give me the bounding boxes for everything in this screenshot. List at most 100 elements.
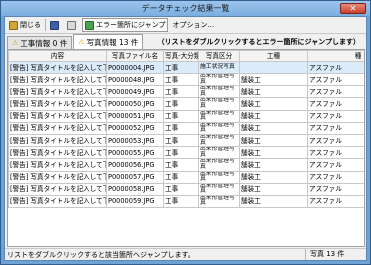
table-cell: [警告] 写真タイトルを記入して下さい。 xyxy=(8,158,107,172)
warning-icon: ⚠ xyxy=(78,38,85,46)
table-row[interactable]: [警告] 写真タイトルを記入して下さい。P0000051.JPG工事出来形管理写… xyxy=(8,109,364,123)
table-cell: 舗装工 xyxy=(239,194,308,209)
table-cell: [警告] 写真タイトルを記入して下さい。 xyxy=(8,85,107,99)
table-cell: 出来形管理写真 xyxy=(198,72,240,87)
table-cell: 工事 xyxy=(163,194,199,209)
table-cell: 工事 xyxy=(163,97,199,111)
print-button[interactable] xyxy=(65,18,80,32)
table-row[interactable]: [警告] 写真タイトルを記入して下さい。P0000058.JPG工事出来形管理写… xyxy=(8,182,364,196)
table-cell: [警告] 写真タイトルを記入して下さい。 xyxy=(8,72,107,87)
column-header[interactable]: 写真区分 xyxy=(198,50,240,62)
tab-photo-info[interactable]: ⚠ 写真情報 13 件 xyxy=(73,34,144,49)
table-cell: アスファル xyxy=(307,85,364,99)
table-cell: 舗装工 xyxy=(239,121,308,135)
double-click-hint: （リストをダブルクリックするとエラー箇所にジャンプします） xyxy=(157,38,360,46)
options-button[interactable]: オプション... xyxy=(170,18,216,32)
table-cell: 工事 xyxy=(163,61,199,74)
table-cell: 舗装工 xyxy=(239,170,308,184)
results-grid[interactable]: 内容 写真ファイル名 写真-大分類 写真区分 工種 種 [警告] 写真タイトルを… xyxy=(7,49,365,247)
table-cell: 出来形管理写真 xyxy=(198,170,240,184)
column-header[interactable]: 内容 xyxy=(8,50,107,62)
table-cell: 出来形管理写真 xyxy=(198,182,240,196)
table-row[interactable]: [警告] 写真タイトルを記入して下さい。P0000055.JPG工事出来形管理写… xyxy=(8,146,364,160)
table-row[interactable]: [警告] 写真タイトルを記入して下さい。P0000048.JPG工事出来形管理写… xyxy=(8,72,364,87)
table-cell: [警告] 写真タイトルを記入して下さい。 xyxy=(8,109,107,123)
table-cell: アスファル xyxy=(307,146,364,160)
table-cell: [警告] 写真タイトルを記入して下さい。 xyxy=(8,170,107,184)
tab-construction-count: 0 件 xyxy=(52,38,68,48)
table-row[interactable]: [警告] 写真タイトルを記入して下さい。P0000052.JPG工事出来形管理写… xyxy=(8,121,364,135)
jump-to-error-button[interactable]: エラー箇所にジャンプ xyxy=(82,18,169,32)
table-cell: 工事 xyxy=(163,109,199,123)
table-cell: P0000055.JPG xyxy=(106,146,164,160)
column-header[interactable]: 写真ファイル名 xyxy=(106,50,164,62)
save-icon xyxy=(50,20,59,30)
save-button[interactable] xyxy=(48,18,63,32)
tab-photo-label: 写真情報 xyxy=(86,37,117,47)
table-row[interactable]: [警告] 写真タイトルを記入して下さい。P0000004.JPG工事施工状況写真… xyxy=(8,61,364,74)
tab-photo-count: 13 件 xyxy=(119,37,139,47)
table-cell: 舗装工 xyxy=(239,109,308,123)
table-row[interactable]: [警告] 写真タイトルを記入して下さい。P0000056.JPG工事出来形管理写… xyxy=(8,158,364,172)
table-cell: 工事 xyxy=(163,85,199,99)
close-button[interactable]: 閉じる xyxy=(7,18,43,32)
window-close-button[interactable]: ✕ xyxy=(340,3,366,14)
column-header[interactable]: 工種 xyxy=(239,50,308,62)
table-cell: [警告] 写真タイトルを記入して下さい。 xyxy=(8,97,107,111)
table-cell: P0000058.JPG xyxy=(106,182,164,196)
table-header-row: 内容 写真ファイル名 写真-大分類 写真区分 工種 種 xyxy=(8,50,364,62)
table-cell: 工事 xyxy=(163,133,199,148)
table-cell: 出来形管理写真 xyxy=(198,109,240,123)
table-row[interactable]: [警告] 写真タイトルを記入して下さい。P0000050.JPG工事出来形管理写… xyxy=(8,97,364,111)
table-cell: 出来形管理写真 xyxy=(198,121,240,135)
status-count: 写真 13 件 xyxy=(305,249,355,260)
table-cell: [警告] 写真タイトルを記入して下さい。 xyxy=(8,182,107,196)
table-cell: アスファル xyxy=(307,170,364,184)
jump-button-label: エラー箇所にジャンプ xyxy=(96,21,166,29)
toolbar: 閉じる エラー箇所にジャンプ オプション... xyxy=(5,17,366,34)
table-cell: 舗装工 xyxy=(239,182,308,196)
table-cell: 舗装工 xyxy=(239,133,308,148)
table-cell: P0000004.JPG xyxy=(106,61,164,74)
table-cell: 舗装工 xyxy=(239,158,308,172)
column-header[interactable]: 写真-大分類 xyxy=(163,50,199,62)
toolbar-separator xyxy=(45,19,46,31)
table-row[interactable]: [警告] 写真タイトルを記入して下さい。P0000059.JPG工事出来形管理写… xyxy=(8,194,364,209)
table-cell: アスファル xyxy=(307,109,364,123)
table-cell: アスファル xyxy=(307,194,364,209)
table-cell: P0000057.JPG xyxy=(106,170,164,184)
table-cell: 舗装工 xyxy=(239,85,308,99)
table-cell: 工事 xyxy=(163,170,199,184)
table-cell xyxy=(239,61,308,74)
close-button-label: 閉じる xyxy=(20,21,41,29)
table-cell: アスファル xyxy=(307,72,364,87)
results-window: データチェック結果一覧 ✕ 閉じる エラー箇所にジャンプ オプション... ⚠ … xyxy=(0,0,371,265)
table-cell: P0000059.JPG xyxy=(106,194,164,209)
tab-strip: ⚠ 工事情報 0 件 ⚠ 写真情報 13 件 （リストをダブルクリックするとエラ… xyxy=(5,34,366,49)
column-header[interactable]: 種 xyxy=(307,50,364,62)
table-cell: 出来形管理写真 xyxy=(198,194,240,209)
table-cell: 舗装工 xyxy=(239,97,308,111)
table-cell: 工事 xyxy=(163,72,199,87)
table-row[interactable]: [警告] 写真タイトルを記入して下さい。P0000057.JPG工事出来形管理写… xyxy=(8,170,364,184)
table-cell: P0000051.JPG xyxy=(106,109,164,123)
table-row[interactable]: [警告] 写真タイトルを記入して下さい。P0000053.JPG工事出来形管理写… xyxy=(8,133,364,148)
table-cell: P0000049.JPG xyxy=(106,85,164,99)
tab-construction-info[interactable]: ⚠ 工事情報 0 件 xyxy=(7,36,73,49)
title-bar: データチェック結果一覧 ✕ xyxy=(1,1,370,16)
table-cell: 工事 xyxy=(163,121,199,135)
table-cell: 舗装工 xyxy=(239,146,308,160)
print-icon xyxy=(67,20,76,30)
table-cell: 工事 xyxy=(163,146,199,160)
table-cell: アスファル xyxy=(307,97,364,111)
client-area: 閉じる エラー箇所にジャンプ オプション... ⚠ 工事情報 0 件 ⚠ 写真情… xyxy=(4,16,367,261)
table-cell: アスファル xyxy=(307,182,364,196)
table-cell: P0000053.JPG xyxy=(106,133,164,148)
table-cell: 出来形管理写真 xyxy=(198,97,240,111)
table-cell: [警告] 写真タイトルを記入して下さい。 xyxy=(8,121,107,135)
table-cell: 出来形管理写真 xyxy=(198,85,240,99)
table-row[interactable]: [警告] 写真タイトルを記入して下さい。P0000049.JPG工事出来形管理写… xyxy=(8,85,364,99)
status-message: リストをダブルクリックすると該当箇所へジャンプします。 xyxy=(7,250,195,259)
table-cell: 出来形管理写真 xyxy=(198,133,240,148)
table-cell: アスファル xyxy=(307,158,364,172)
